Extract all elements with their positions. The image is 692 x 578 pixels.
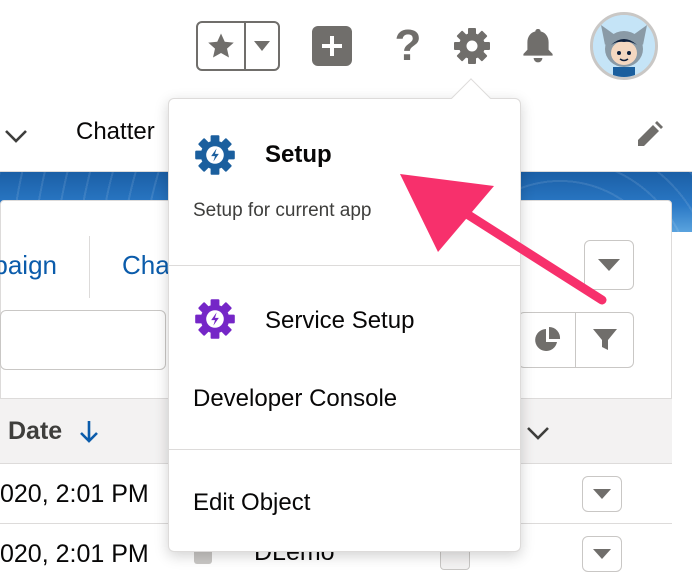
bell-icon [523, 29, 553, 63]
tabs-more-button[interactable] [584, 240, 634, 290]
charts-button[interactable] [518, 312, 576, 368]
menu-item-setup-label: Setup [265, 141, 332, 168]
menu-item-edit-object-label: Edit Object [193, 489, 311, 516]
menu-item-service-setup[interactable]: Service Setup [169, 289, 520, 345]
search-input[interactable] [0, 310, 166, 370]
caret-down-icon [598, 259, 620, 271]
tab-campaign-label: paign [0, 250, 57, 280]
setup-menu: Setup Setup for current app Service Setu… [168, 98, 521, 552]
caret-down-icon [254, 41, 270, 51]
setup-gear-button[interactable] [450, 24, 494, 68]
tab-campaign[interactable]: paign [0, 236, 90, 298]
menu-item-setup-description: Setup for current app [193, 200, 372, 221]
question-icon: ? [394, 21, 422, 70]
row-action-button[interactable] [582, 536, 622, 572]
menu-divider [169, 265, 520, 266]
chevron-down-icon[interactable] [524, 419, 552, 447]
tab-chatter[interactable]: Cha [90, 236, 170, 298]
filter-button[interactable] [576, 312, 634, 368]
pencil-icon[interactable] [632, 120, 664, 152]
row-date: 020, 2:01 PM [0, 540, 149, 568]
favorites-list-button[interactable] [246, 23, 278, 69]
favorites-button-group [196, 21, 280, 71]
menu-item-service-setup-label: Service Setup [265, 307, 415, 334]
caret-down-icon [593, 549, 611, 559]
global-actions-button[interactable] [310, 24, 354, 68]
menu-item-developer-console[interactable]: Developer Console [169, 369, 520, 425]
astro-avatar [593, 15, 655, 77]
gear-icon [454, 28, 490, 64]
chevron-down-icon[interactable] [2, 122, 30, 150]
global-header: ? [0, 0, 692, 96]
star-icon [208, 33, 234, 58]
menu-item-developer-console-label: Developer Console [193, 385, 398, 412]
plus-icon [312, 26, 352, 66]
notifications-button[interactable] [516, 24, 560, 68]
tab-chatter-label: Cha [122, 250, 170, 280]
setup-gear-icon [195, 135, 235, 175]
column-header-date[interactable]: Date [8, 417, 62, 446]
row-action-button[interactable] [582, 476, 622, 512]
service-gear-icon [195, 299, 235, 339]
menu-divider [169, 449, 520, 450]
pie-chart-icon [535, 326, 561, 351]
favorites-button[interactable] [198, 23, 246, 69]
menu-item-setup[interactable]: Setup Setup for current app [169, 99, 520, 265]
row-date: 020, 2:01 PM [0, 480, 149, 508]
arrow-down-icon [80, 421, 98, 443]
help-button[interactable]: ? [386, 24, 430, 68]
caret-down-icon [593, 489, 611, 499]
nav-item-chatter[interactable]: Chatter [76, 118, 155, 146]
menu-item-edit-object[interactable]: Edit Object [169, 473, 520, 529]
user-avatar-button[interactable] [590, 12, 658, 80]
filter-icon [592, 329, 617, 350]
